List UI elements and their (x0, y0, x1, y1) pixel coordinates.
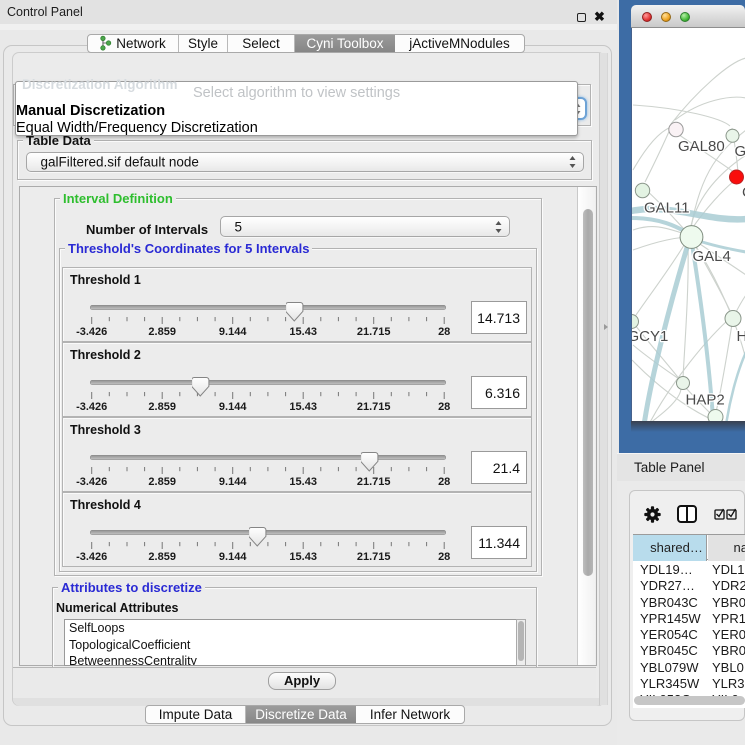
svg-text:HAP2: HAP2 (686, 392, 725, 409)
svg-text:GA: GA (735, 143, 745, 160)
svg-text:HE: HE (737, 328, 745, 345)
svg-text:GAL4: GAL4 (693, 248, 731, 265)
svg-text:GAL80: GAL80 (678, 138, 725, 155)
svg-text:GAL11: GAL11 (644, 200, 690, 217)
svg-text:GCY1: GCY1 (632, 328, 668, 345)
